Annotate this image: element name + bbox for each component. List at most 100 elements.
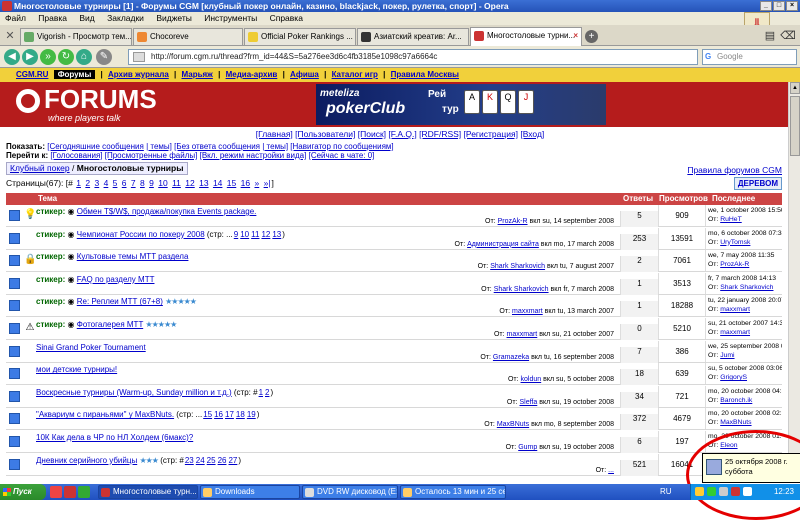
link-unanswered-posts[interactable]: [Без ответа сообщения (174, 142, 260, 151)
poker-club-ad[interactable]: meteliza pokerClub Рей тур A K Q J (316, 84, 606, 125)
topic-page-link[interactable]: 11 (251, 230, 259, 239)
tab-vigorish[interactable]: Vigorish - Просмотр тем... (20, 28, 132, 45)
site-nav-media[interactable]: Медиа-архив (226, 70, 278, 79)
author-link[interactable]: maxxmart (507, 331, 538, 338)
link-unanswered-topics[interactable]: | темы] (262, 142, 288, 151)
topic-page-link[interactable]: 23 (185, 456, 194, 465)
header-replies[interactable]: Ответы (623, 193, 653, 205)
author-link[interactable]: Администрация сайта (467, 241, 539, 248)
tab-asian-creative[interactable]: Азиатский креатив: Ar... (357, 28, 469, 45)
topic-page-link[interactable]: 24 (196, 456, 205, 465)
topic-link[interactable]: Фотогалерея MTT (77, 320, 143, 329)
reload-icon[interactable]: ↻ (58, 49, 74, 65)
topic-link[interactable]: Чемпионат России по покеру 2008 (77, 230, 205, 239)
search-input[interactable]: G Google (702, 49, 797, 65)
link-viewed-files[interactable]: [Просмотренные файлы] (105, 151, 198, 160)
link-register[interactable]: [Регистрация] (464, 129, 518, 139)
link-today-posts[interactable]: [Сегодняшние сообщения (47, 142, 144, 151)
author-link[interactable]: MaxBNuts (497, 421, 529, 428)
tab-list-icon[interactable]: ▤ (762, 28, 778, 44)
header-views[interactable]: Просмотров (659, 193, 708, 205)
author-link[interactable]: Gump (518, 444, 537, 451)
page-link[interactable]: 10 (158, 178, 167, 188)
link-today-topics[interactable]: | темы] (146, 142, 172, 151)
topic-link[interactable]: Обмен T$/W$, продажа/покупка Events pack… (77, 207, 257, 216)
topic-link[interactable]: "Аквариум с пираньями" у MaxBNuts. (36, 410, 174, 419)
topic-page-link[interactable]: 25 (207, 456, 216, 465)
topic-page-link[interactable]: 19 (247, 410, 256, 419)
author-link[interactable]: koldun (521, 376, 542, 383)
clock[interactable]: 12:23 (774, 484, 794, 500)
page-link[interactable]: 9 (149, 178, 154, 188)
topic-page-link[interactable]: 15 (203, 410, 212, 419)
tab-multitable-active[interactable]: Многостоловые турни... × (470, 27, 582, 46)
page-last-link[interactable]: »| (264, 178, 271, 188)
topic-link[interactable]: Re: Реплеи MTT (67+8) (77, 297, 163, 306)
topic-link[interactable]: FAQ по разделу MTT (77, 275, 155, 284)
page-link[interactable]: 1 (76, 178, 81, 188)
topic-link[interactable]: Sinai Grand Poker Tournament (36, 343, 146, 352)
page-link[interactable]: 11 (172, 178, 181, 188)
site-nav-rules[interactable]: Правила Москвы (391, 70, 459, 79)
back-icon[interactable]: ◀ (4, 49, 20, 65)
taskbar-button-opera[interactable]: Многостоловые турн... (98, 485, 198, 499)
author-link[interactable]: Shark Sharkovich (490, 263, 545, 270)
topic-link[interactable]: Воскресные турниры (Warm-up, Sunday mill… (36, 388, 232, 397)
topic-page-link[interactable]: 10 (240, 230, 249, 239)
link-search[interactable]: [Поиск] (358, 129, 386, 139)
breadcrumb-club-poker[interactable]: Клубный покер (10, 163, 70, 173)
site-nav-cgm[interactable]: CGM.RU (16, 70, 48, 79)
speaker-icon[interactable] (743, 487, 752, 496)
forum-rules-link[interactable]: Правила форумов CGM (687, 165, 782, 175)
forums-logo[interactable]: FORUMS where players talk (14, 85, 157, 123)
last-post-author-link[interactable]: Baronch.ik (720, 397, 752, 404)
link-home[interactable]: [Главная] (256, 129, 293, 139)
page-link[interactable]: 5 (113, 178, 118, 188)
tab-poker-rankings[interactable]: Official Poker Rankings ... (244, 28, 356, 45)
topic-page-link[interactable]: 16 (214, 410, 223, 419)
quick-launch-icon[interactable] (64, 486, 76, 498)
menu-file[interactable]: Файл (5, 13, 26, 23)
author-link[interactable]: ... (608, 467, 614, 474)
author-link[interactable]: maxxmart (512, 308, 543, 315)
link-users[interactable]: [Пользователи] (295, 129, 355, 139)
page-scrollbar[interactable]: ▲ ▼ (788, 82, 800, 469)
maximize-button[interactable]: □ (773, 1, 785, 11)
menu-help[interactable]: Справка (270, 13, 303, 23)
page-link[interactable]: 6 (122, 178, 127, 188)
page-link[interactable]: 13 (199, 178, 208, 188)
minimize-button[interactable]: _ (760, 1, 772, 11)
tree-view-button[interactable]: ДЕРЕВОМ (733, 177, 782, 190)
last-post-author-link[interactable]: Jumi (720, 352, 734, 359)
fast-forward-icon[interactable]: » (40, 49, 56, 65)
link-polls[interactable]: [Голосования] (50, 151, 102, 160)
author-link[interactable]: Shark Sharkovich (494, 286, 549, 293)
quick-launch-icon[interactable] (50, 486, 62, 498)
topic-page-link[interactable]: 1 (259, 388, 263, 397)
topic-link[interactable]: Культовые темы MTT раздела (77, 252, 189, 261)
taskbar-button-dvd[interactable]: DVD RW дисковод (E:) (302, 485, 398, 499)
header-topic[interactable]: Тема (38, 193, 57, 205)
last-post-author-link[interactable]: Shark Sharkovich (720, 284, 773, 291)
last-post-author-link[interactable]: maxxmart (720, 306, 750, 313)
menu-widgets[interactable]: Виджеты (156, 13, 192, 23)
page-link[interactable]: 7 (131, 178, 136, 188)
new-tab-button[interactable]: + (585, 30, 598, 43)
page-link[interactable]: 16 (241, 178, 250, 188)
tray-icon[interactable] (707, 487, 716, 496)
scroll-up-icon[interactable]: ▲ (790, 82, 800, 94)
menu-view[interactable]: Вид (79, 13, 94, 23)
topic-link[interactable]: 10К Как дела в ЧР по НЛ Холдем (6макс)? (36, 433, 193, 442)
page-link[interactable]: 15 (227, 178, 236, 188)
author-link[interactable]: ProzAk-R (498, 218, 528, 225)
topic-page-link[interactable]: 2 (265, 388, 269, 397)
site-nav-maryazh[interactable]: Марьяж (182, 70, 213, 79)
address-bar[interactable]: http://forum.cgm.ru/thread?frm_id=44&S=5… (128, 49, 698, 65)
page-link[interactable]: 4 (104, 178, 109, 188)
last-post-author-link[interactable]: UryTomsk (720, 239, 750, 246)
link-login[interactable]: [Вход] (520, 129, 544, 139)
quick-launch-icon[interactable] (78, 486, 90, 498)
trash-icon[interactable]: ⌫ (780, 28, 796, 44)
link-chat[interactable]: [Сейчас в чате: 0] (309, 151, 375, 160)
menu-edit[interactable]: Правка (38, 13, 67, 23)
